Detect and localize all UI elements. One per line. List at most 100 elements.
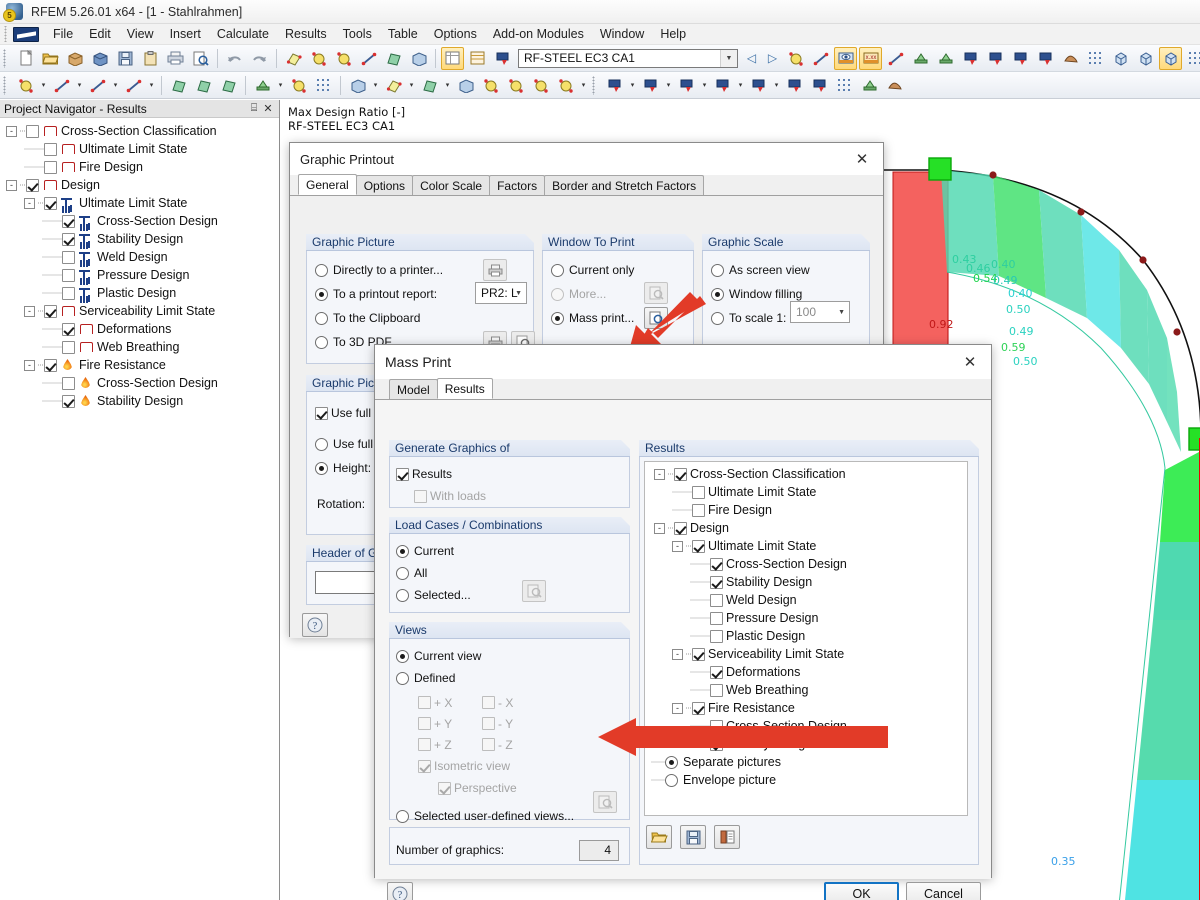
navigator-checkbox[interactable]	[26, 178, 39, 192]
undo-icon[interactable]	[223, 47, 246, 70]
render-icon[interactable]	[1059, 47, 1082, 70]
navigator-checkbox[interactable]	[44, 196, 57, 210]
chevron-down-icon[interactable]: ▾	[275, 74, 286, 97]
option-current[interactable]: Current	[396, 540, 621, 562]
results-tree-checkbox[interactable]	[692, 503, 705, 517]
new-nodal-load-icon[interactable]	[603, 74, 626, 97]
navigator-checkbox[interactable]	[62, 214, 75, 228]
new-surface-support-icon[interactable]	[346, 74, 369, 97]
pin-icon[interactable]: ⌸	[247, 102, 261, 115]
prev-load-case-button[interactable]: ◁	[741, 48, 762, 69]
show-results-icon[interactable]	[834, 46, 857, 70]
tab-general[interactable]: General	[298, 174, 357, 195]
new-mesh-icon[interactable]	[312, 74, 335, 97]
new-line-support-icon[interactable]	[382, 74, 405, 97]
close-icon[interactable]: ✕	[841, 144, 883, 175]
tree-expander-icon[interactable]: -	[672, 540, 683, 552]
toolbar-grip-2[interactable]	[3, 75, 10, 95]
results-tree-checkbox[interactable]	[692, 485, 705, 499]
select-icon[interactable]	[357, 47, 380, 70]
checkbox-use-full-page-width[interactable]	[315, 406, 328, 420]
window-icon[interactable]	[407, 47, 430, 70]
menu-insert[interactable]: Insert	[162, 25, 209, 43]
radio-directly-to-printer[interactable]	[315, 263, 328, 277]
navigator-checkbox[interactable]	[62, 322, 75, 336]
new-surface-load-icon[interactable]	[675, 74, 698, 97]
option-selected-user-views[interactable]: Selected user-defined views...	[396, 805, 621, 827]
result-diagram-icon[interactable]	[959, 47, 982, 70]
picture-mode-option[interactable]: Separate pictures	[651, 753, 967, 771]
chevron-down-icon[interactable]: ▾	[771, 74, 782, 97]
navigator-tree-item[interactable]: Ultimate Limit State	[6, 140, 279, 158]
tree-expander-icon[interactable]: -	[654, 468, 665, 480]
results-tree-item[interactable]: Ultimate Limit State	[648, 483, 967, 501]
result-sections-icon[interactable]	[1009, 47, 1032, 70]
menu-options[interactable]: Options	[426, 25, 485, 43]
results-tree-checkbox[interactable]	[710, 665, 723, 679]
chevron-down-icon[interactable]: ▾	[735, 74, 746, 97]
new-line-load-icon[interactable]	[711, 74, 734, 97]
results-tree-item[interactable]: Web Breathing	[648, 681, 967, 699]
navigator-tree-item[interactable]: Fire Design	[6, 158, 279, 176]
load-case-icon[interactable]	[491, 47, 514, 70]
radio-current-view[interactable]	[396, 649, 409, 663]
radio-to-scale[interactable]	[711, 311, 724, 325]
option-as-screen-view[interactable]: As screen view	[711, 258, 861, 282]
new-surface-icon[interactable]	[167, 74, 190, 97]
results-tree-item[interactable]: Plastic Design	[648, 627, 967, 645]
new-file-icon[interactable]	[14, 47, 37, 70]
radio-separate-pictures[interactable]	[665, 755, 678, 769]
grid-icon[interactable]	[1084, 47, 1107, 70]
cancel-button[interactable]: Cancel	[906, 882, 981, 900]
new-free-load-icon[interactable]	[747, 74, 770, 97]
chevron-down-icon[interactable]: ▾	[146, 74, 157, 97]
printer-settings-icon[interactable]	[483, 259, 507, 281]
checkbox-results[interactable]	[396, 467, 409, 481]
option-all[interactable]: All	[396, 562, 621, 584]
open-model-blue-icon[interactable]	[89, 47, 112, 70]
new-solid-icon[interactable]	[217, 74, 240, 97]
object-snap-icon[interactable]	[332, 47, 355, 70]
new-nodal-support-icon[interactable]	[251, 74, 274, 97]
new-imperfection-icon[interactable]	[783, 74, 806, 97]
redo-icon[interactable]	[248, 47, 271, 70]
results-tree-checkbox[interactable]	[710, 737, 723, 751]
navigator-checkbox[interactable]	[62, 340, 75, 354]
navigator-checkbox[interactable]	[62, 376, 75, 390]
zoom-icon[interactable]	[784, 47, 807, 70]
open-model-icon[interactable]	[64, 47, 87, 70]
navigator-tree-item[interactable]: Cross-Section Design	[6, 374, 279, 392]
results-tree-checkbox[interactable]	[710, 611, 723, 625]
view-side-icon[interactable]	[1134, 47, 1157, 70]
next-load-case-button[interactable]: ▷	[762, 48, 783, 69]
results-tree-item[interactable]: - Serviceability Limit State	[648, 645, 967, 663]
results-tree-item[interactable]: Cross-Section Design	[648, 717, 967, 735]
results-tree-checkbox[interactable]	[710, 575, 723, 589]
tree-expander-icon[interactable]: -	[24, 305, 35, 317]
navigator-checkbox[interactable]	[62, 394, 75, 408]
menu-help[interactable]: Help	[652, 25, 694, 43]
navigator-tree[interactable]: - Cross-Section Classification Ultimate Li…	[0, 118, 279, 410]
navigator-tree-item[interactable]: Pressure Design	[6, 266, 279, 284]
chevron-down-icon[interactable]: ▼	[838, 309, 845, 316]
results-tree-checkbox[interactable]	[710, 557, 723, 571]
results-tree-item[interactable]: - Design	[648, 519, 967, 537]
navigator-tree-item[interactable]: - Fire Resistance	[6, 356, 279, 374]
toolbar-grip-3[interactable]	[592, 75, 599, 95]
results-tree-item[interactable]: Deformations	[648, 663, 967, 681]
menu-add-on-modules[interactable]: Add-on Modules	[485, 25, 592, 43]
option-current-only[interactable]: Current only	[551, 258, 685, 282]
new-arc-icon[interactable]	[122, 74, 145, 97]
navigator-tree-item[interactable]: - Ultimate Limit State	[6, 194, 279, 212]
tree-expander-icon[interactable]: -	[24, 359, 35, 371]
chevron-down-icon[interactable]: ▾	[578, 74, 589, 97]
tree-expander-icon[interactable]: -	[6, 179, 17, 191]
new-eccentricity-icon[interactable]	[454, 74, 477, 97]
help-icon[interactable]: ?	[302, 613, 328, 637]
menu-table[interactable]: Table	[380, 25, 426, 43]
tree-expander-icon[interactable]: -	[672, 648, 683, 660]
navigator-tree-item[interactable]: Deformations	[6, 320, 279, 338]
menu-tools[interactable]: Tools	[335, 25, 380, 43]
results-tree-item[interactable]: - Ultimate Limit State	[648, 537, 967, 555]
navigator-tree-item[interactable]: Web Breathing	[6, 338, 279, 356]
